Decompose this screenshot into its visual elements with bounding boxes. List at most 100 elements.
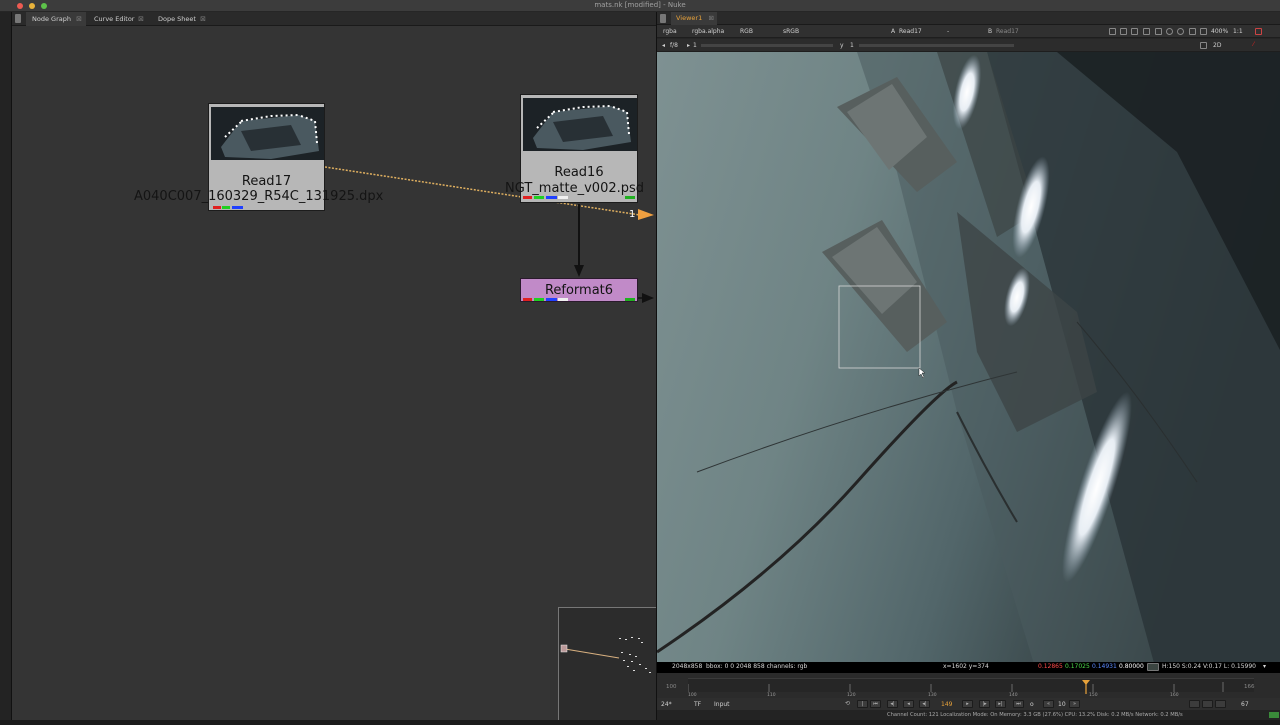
view-mode-icon[interactable] <box>1200 42 1207 49</box>
channel-red <box>523 298 532 301</box>
viewer-lock-icon[interactable] <box>1255 28 1262 35</box>
loop-mode-icon[interactable]: o <box>1030 701 1034 708</box>
channels-dropdown[interactable]: rgba <box>663 28 677 35</box>
network-indicator-icon <box>1269 712 1279 718</box>
cache-indicator-icon: ⁄ <box>1253 41 1255 48</box>
timeline[interactable]: 100 100 110 120 130 140 150 160 166 <box>657 673 1280 701</box>
ratio-dropdown[interactable]: 1:1 <box>1233 28 1243 35</box>
tab-label: Viewer1 <box>676 14 703 22</box>
pause-icon[interactable] <box>1177 28 1184 35</box>
read17-thumbnail <box>211 107 324 160</box>
go-to-start-icon[interactable]: ⏮ <box>870 700 881 708</box>
zoom-dropdown[interactable]: 400% <box>1211 28 1228 35</box>
previous-keyframe-icon[interactable]: ◂| <box>887 700 898 708</box>
pipe-input-number: 1 <box>629 209 636 220</box>
fps-dropdown[interactable]: 24* <box>661 701 672 708</box>
loop-icon[interactable]: ⟲ <box>845 700 850 707</box>
fstop-arrow-icon[interactable]: ◂ <box>662 42 665 49</box>
gain-slider[interactable] <box>701 44 833 47</box>
compare-op-dropdown[interactable]: - <box>947 28 949 35</box>
viewer-tab-bar: Viewer1 ⊠ <box>657 12 1280 25</box>
colorspace-dropdown[interactable]: sRGB <box>783 28 799 35</box>
read16-reformat-arrow <box>574 265 584 277</box>
play-forward-icon[interactable]: ▸ <box>962 700 973 708</box>
timeline-end[interactable]: 166 <box>1244 684 1255 690</box>
status-text: Channel Count: 121 Localization Mode: On… <box>887 712 1183 718</box>
node-graph-minimap[interactable] <box>558 607 656 720</box>
reformat6-node[interactable]: Reformat6 <box>520 278 638 302</box>
next-keyframe-icon[interactable]: ▸| <box>995 700 1006 708</box>
read17-name: Read17 <box>241 174 292 189</box>
time-format-dropdown[interactable]: TF <box>694 701 701 708</box>
wipe-icon[interactable] <box>1200 28 1207 35</box>
gain-arrow-icon[interactable]: ▸ <box>687 42 690 49</box>
render-icon[interactable] <box>1189 700 1200 708</box>
lut-icon[interactable] <box>1189 28 1196 35</box>
window-title: mats.nk [modified] - Nuke <box>594 1 686 9</box>
title-bar: mats.nk [modified] - Nuke <box>0 0 1280 12</box>
viewer-toolbar-bottom: ◂ f/8 ▸ 1 y 1 2D ⁄ <box>657 39 1280 52</box>
reformat6-name: Reformat6 <box>544 283 614 298</box>
channel-green <box>222 206 230 209</box>
tab-viewer1[interactable]: Viewer1 ⊠ <box>671 12 717 25</box>
channel-blue <box>546 298 557 301</box>
channel-red <box>213 206 221 209</box>
gamma-label: y <box>840 42 844 49</box>
play-backward-icon[interactable]: ◂ <box>903 700 914 708</box>
viewer-info-bar: 2048x858 bbox: 0 0 2048 858 channels: rg… <box>657 662 1280 673</box>
go-to-end-icon[interactable]: ⏭ <box>1013 700 1024 708</box>
left-toolbar <box>0 12 12 720</box>
frame-range-icon[interactable]: | <box>857 700 868 708</box>
step-increment-field[interactable]: 10 <box>1058 701 1066 708</box>
channel-red <box>523 196 532 199</box>
current-frame-field[interactable]: 149 <box>941 701 952 708</box>
display-channels-dropdown[interactable]: RGB <box>740 28 753 35</box>
channel-alpha <box>558 196 568 199</box>
proxy-icon[interactable] <box>1143 28 1150 35</box>
skip-back-icon[interactable]: « <box>1043 700 1054 708</box>
flipbook-icon[interactable] <box>1202 700 1213 708</box>
monitor-icon[interactable] <box>1215 700 1226 708</box>
pixel-color-swatch <box>1147 663 1159 671</box>
viewer-pane-menu-icon[interactable] <box>660 14 666 23</box>
timeline-start[interactable]: 100 <box>666 684 677 690</box>
status-bar: Channel Count: 121 Localization Mode: On… <box>657 710 1280 720</box>
step-back-icon[interactable]: ◂| <box>919 700 930 708</box>
read16-thumbnail <box>523 98 637 151</box>
clipping-icon[interactable] <box>1131 28 1138 35</box>
viewer-pane[interactable]: Viewer1 ⊠ rgba rgba.alpha RGB sRGB A Rea… <box>656 12 1280 720</box>
info-menu-icon[interactable]: ▾ <box>1263 663 1266 670</box>
playback-controls: 24* TF Input ⟲ | ⏮ ◂| ◂ ◂| 149 ▸ |▸ ▸| ⏭… <box>657 698 1280 710</box>
refresh-icon[interactable] <box>1166 28 1173 35</box>
timeline-track[interactable] <box>687 678 1254 694</box>
overlay-icon[interactable] <box>1120 28 1127 35</box>
pixel-hsvl: H:150 S:0.24 V:0.17 L: 0.15990 <box>1162 663 1256 670</box>
channel-alpha <box>558 298 568 301</box>
viewer-toolbar-top: rgba rgba.alpha RGB sRGB A Read17 - B Re… <box>657 25 1280 38</box>
viewer-input-arrow <box>638 209 654 220</box>
viewer-image[interactable] <box>657 52 1280 674</box>
fstop-value[interactable]: f/8 <box>670 42 678 49</box>
read16-filename: NGT_matte_v002.psd <box>505 181 645 196</box>
close-tab-icon[interactable]: ⊠ <box>709 12 714 25</box>
channel-green <box>534 298 544 301</box>
next-frame-icon[interactable]: |▸ <box>979 700 990 708</box>
range-input-dropdown[interactable]: Input <box>714 701 730 708</box>
gain-value[interactable]: 1 <box>693 42 697 49</box>
channel-extra <box>625 298 635 301</box>
a-input-dropdown[interactable]: Read17 <box>899 28 922 35</box>
gamma-value[interactable]: 1 <box>850 42 854 49</box>
roi-icon[interactable] <box>1109 28 1116 35</box>
bbox-info: bbox: 0 0 2048 858 channels: rgb <box>706 663 808 670</box>
skip-forward-icon[interactable]: » <box>1069 700 1080 708</box>
view-mode-dropdown[interactable]: 2D <box>1213 42 1221 49</box>
end-frame-field[interactable]: 67 <box>1241 701 1249 708</box>
region-icon[interactable] <box>1155 28 1162 35</box>
b-input-dropdown[interactable]: Read17 <box>996 28 1019 35</box>
reformat-output-arrow <box>642 293 654 303</box>
gamma-slider[interactable] <box>859 44 1014 47</box>
pixel-a-value: 0.80000 <box>1119 663 1144 670</box>
pixel-g-value: 0.17025 <box>1065 663 1090 670</box>
alpha-channel-dropdown[interactable]: rgba.alpha <box>692 28 724 35</box>
channel-green <box>534 196 544 199</box>
